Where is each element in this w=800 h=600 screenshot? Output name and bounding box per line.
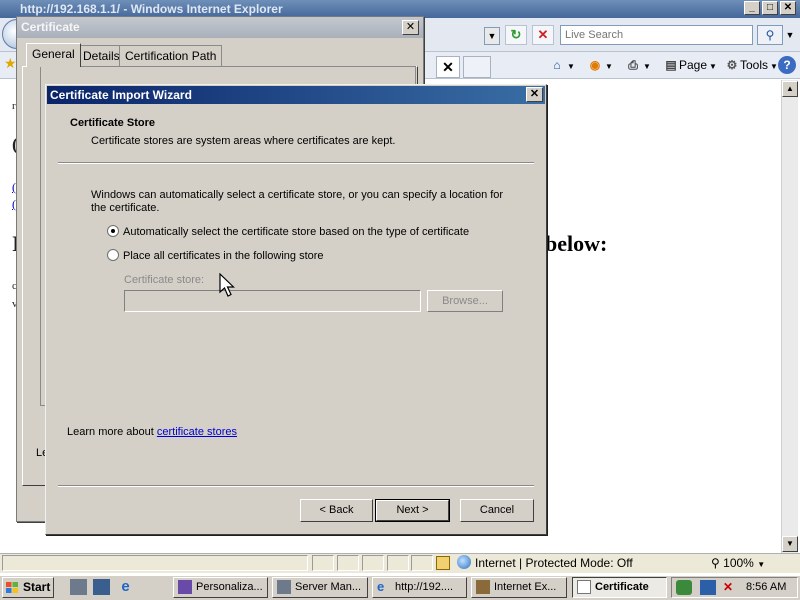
- page-menu[interactable]: ▤ Page ▼: [663, 55, 717, 75]
- scroll-down-icon[interactable]: ▼: [782, 536, 798, 552]
- vertical-scrollbar[interactable]: [781, 80, 798, 553]
- certificate-icon: [577, 580, 591, 594]
- tools-menu[interactable]: ⚙ Tools ▼: [724, 55, 778, 75]
- radio-unselected-icon[interactable]: [107, 249, 119, 261]
- network-icon[interactable]: [700, 580, 716, 595]
- next-button[interactable]: Next >: [375, 499, 450, 522]
- search-options-icon[interactable]: ▼: [784, 25, 796, 45]
- task-label: Internet Ex...: [494, 581, 557, 593]
- page-heading: below:: [545, 231, 608, 256]
- zoom-label: 100%: [723, 556, 754, 570]
- page-menu-label: Page: [679, 58, 708, 72]
- search-icon[interactable]: ⚲: [757, 25, 783, 45]
- search-input[interactable]: [560, 25, 753, 45]
- status-cell: [411, 555, 433, 571]
- certificate-store-label: Certificate store:: [124, 274, 205, 286]
- ie-icon: e: [377, 579, 385, 594]
- task-internet-explorer[interactable]: Internet Ex...: [471, 577, 567, 598]
- mouse-cursor-icon: [219, 273, 235, 297]
- task-label: Server Man...: [295, 581, 362, 593]
- zoom-icon: ⚲: [711, 556, 720, 570]
- task-certificate[interactable]: Certificate: [572, 577, 667, 598]
- back-button[interactable]: < Back: [300, 499, 373, 522]
- security-shield-icon[interactable]: [676, 580, 692, 595]
- footer-divider: [58, 485, 534, 487]
- status-cell: [312, 555, 334, 571]
- cancel-button[interactable]: Cancel: [460, 499, 534, 522]
- certificate-close-icon[interactable]: ✕: [402, 20, 419, 35]
- zoom-control[interactable]: ⚲ 100% ▼: [711, 554, 765, 572]
- server-manager-quicklaunch-icon[interactable]: [70, 579, 87, 595]
- status-cell: [362, 555, 384, 571]
- status-cell: [387, 555, 409, 571]
- show-desktop-icon[interactable]: [93, 579, 110, 595]
- home-button[interactable]: ⌂ ▼: [549, 55, 575, 75]
- clock[interactable]: 8:56 AM: [746, 577, 786, 598]
- task-label: Personaliza...: [196, 581, 263, 593]
- feeds-icon: ◉: [589, 58, 601, 72]
- wizard-title: Certificate Import Wizard: [47, 86, 545, 104]
- scroll-up-icon[interactable]: ▲: [782, 81, 798, 97]
- wizard-icon: [476, 580, 490, 594]
- print-button[interactable]: ⎙ ▼: [625, 55, 651, 75]
- wizard-step-title: Certificate Store: [70, 117, 155, 129]
- new-tab-button[interactable]: [463, 56, 491, 78]
- wizard-close-icon[interactable]: ✕: [526, 87, 543, 102]
- task-personalization[interactable]: Personaliza...: [173, 577, 268, 598]
- printer-icon: ⎙: [628, 58, 638, 72]
- ie-quicklaunch-icon[interactable]: e: [117, 579, 134, 595]
- radio-place-label: Place all certificates in the following …: [123, 250, 324, 262]
- browse-button: Browse...: [427, 290, 503, 312]
- globe-icon: [457, 555, 471, 569]
- radio-auto-select[interactable]: Automatically select the certificate sto…: [107, 225, 469, 241]
- minimize-button[interactable]: _: [744, 1, 760, 15]
- status-cell: [337, 555, 359, 571]
- security-lock-icon[interactable]: [436, 556, 450, 570]
- tab-close-icon[interactable]: ✕: [436, 56, 460, 78]
- certificate-dialog-title: Certificate: [17, 17, 423, 38]
- tab-general[interactable]: General: [26, 43, 81, 67]
- stop-icon[interactable]: ✕: [532, 25, 554, 45]
- page-icon: ▤: [665, 58, 677, 72]
- task-label: http://192....: [395, 581, 454, 593]
- personalization-icon: [178, 580, 192, 594]
- feeds-button[interactable]: ◉ ▼: [587, 55, 613, 75]
- radio-place-in-store[interactable]: Place all certificates in the following …: [107, 249, 324, 265]
- security-zone[interactable]: Internet | Protected Mode: Off: [457, 554, 633, 572]
- status-text-cell: [2, 555, 308, 571]
- help-icon[interactable]: ?: [778, 56, 796, 74]
- radio-auto-label: Automatically select the certificate sto…: [123, 226, 470, 238]
- learn-more-prefix: Learn more about: [67, 426, 157, 438]
- security-zone-label: Internet | Protected Mode: Off: [475, 556, 633, 570]
- certificate-store-field: [124, 290, 421, 312]
- certificate-stores-link[interactable]: certificate stores: [157, 426, 237, 438]
- tools-menu-label: Tools: [740, 58, 769, 72]
- task-server-manager[interactable]: Server Man...: [272, 577, 368, 598]
- close-button[interactable]: ✕: [780, 1, 796, 15]
- wizard-step-description: Certificate stores are system areas wher…: [91, 135, 396, 147]
- task-ie-http[interactable]: e http://192....: [372, 577, 467, 598]
- refresh-icon[interactable]: ↻: [505, 25, 527, 45]
- windows-logo-icon: [6, 582, 18, 593]
- task-label: Certificate: [595, 581, 649, 593]
- address-dropdown-icon[interactable]: ▼: [484, 27, 500, 45]
- radio-selected-icon[interactable]: [107, 225, 119, 237]
- volume-muted-icon[interactable]: ✕: [720, 580, 736, 595]
- wizard-intro-text: Windows can automatically select a certi…: [91, 189, 504, 214]
- gear-icon: ⚙: [726, 58, 738, 72]
- maximize-button[interactable]: □: [762, 1, 778, 15]
- home-icon: ⌂: [553, 58, 561, 72]
- tab-certification-path[interactable]: Certification Path: [119, 45, 223, 66]
- learn-more-text: Learn more about certificate stores: [67, 426, 237, 438]
- header-divider: [58, 162, 534, 164]
- server-manager-icon: [277, 580, 291, 594]
